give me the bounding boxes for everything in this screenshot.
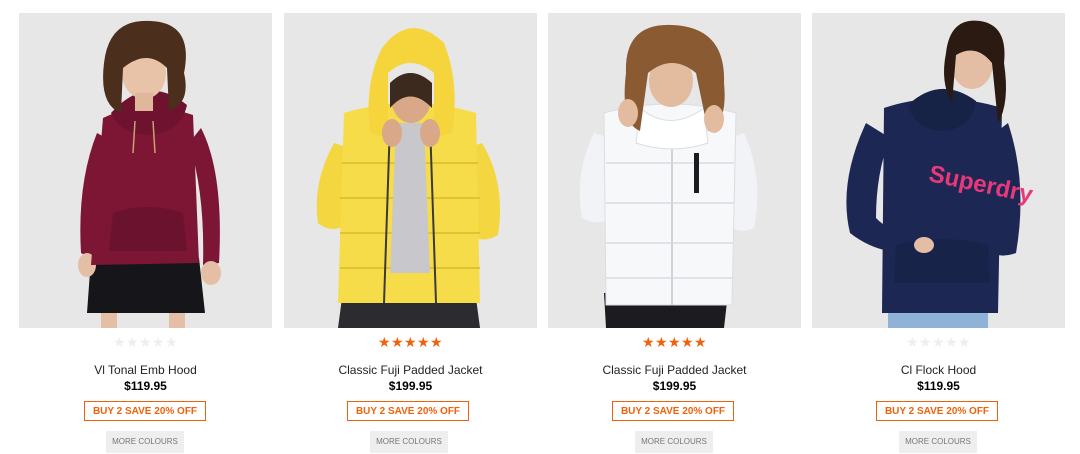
star-icon: ★ <box>655 334 669 350</box>
more-colours-button[interactable]: MORE COLOURS <box>370 431 448 453</box>
star-icon: ★ <box>430 334 444 350</box>
star-icon: ★ <box>165 334 179 350</box>
product-image[interactable]: Superdry <box>812 13 1065 328</box>
model-photo <box>78 20 221 328</box>
star-icon: ★ <box>906 334 920 350</box>
product-card: Superdry ★★★★★ Cl Flock Hood $119.95 BUY… <box>812 13 1065 454</box>
more-colours-button[interactable]: MORE COLOURS <box>635 431 713 453</box>
star-icon: ★ <box>378 334 392 350</box>
rating-stars: ★★★★★ <box>812 333 1065 351</box>
star-icon: ★ <box>139 334 153 350</box>
product-price: $119.95 <box>124 379 167 393</box>
star-icon: ★ <box>919 334 933 350</box>
star-icon: ★ <box>404 334 418 350</box>
rating-stars: ★★★★★ <box>284 333 537 351</box>
star-icon: ★ <box>417 334 431 350</box>
star-icon: ★ <box>642 334 656 350</box>
product-price: $199.95 <box>388 379 433 393</box>
model-photo <box>579 24 758 328</box>
star-icon: ★ <box>945 334 959 350</box>
rating-stars: ★★★★★ <box>548 333 801 351</box>
promo-button[interactable]: BUY 2 SAVE 20% OFF <box>612 401 734 421</box>
rating-stars: ★★★★★ <box>19 333 272 351</box>
product-title[interactable]: Classic Fuji Padded Jacket <box>284 363 537 377</box>
more-colours-button[interactable]: MORE COLOURS <box>106 431 184 453</box>
star-icon: ★ <box>152 334 166 350</box>
product-image[interactable] <box>284 13 537 328</box>
star-icon: ★ <box>126 334 140 350</box>
product-price: $199.95 <box>652 379 697 393</box>
promo-button[interactable]: BUY 2 SAVE 20% OFF <box>84 401 206 421</box>
product-image[interactable] <box>548 13 801 328</box>
product-title[interactable]: Vl Tonal Emb Hood <box>19 363 272 377</box>
product-card: ★★★★★ Classic Fuji Padded Jacket $199.95… <box>548 13 801 454</box>
star-icon: ★ <box>694 334 708 350</box>
product-card: ★★★★★ Vl Tonal Emb Hood $119.95 BUY 2 SA… <box>19 13 272 454</box>
product-price: $119.95 <box>917 379 960 393</box>
model-photo: Superdry <box>846 20 1036 328</box>
star-icon: ★ <box>391 334 405 350</box>
product-grid: ★★★★★ Vl Tonal Emb Hood $119.95 BUY 2 SA… <box>0 0 1080 454</box>
promo-button[interactable]: BUY 2 SAVE 20% OFF <box>347 401 469 421</box>
model-photo <box>316 28 500 328</box>
star-icon: ★ <box>958 334 972 350</box>
promo-button[interactable]: BUY 2 SAVE 20% OFF <box>876 401 998 421</box>
product-title[interactable]: Cl Flock Hood <box>812 363 1065 377</box>
star-icon: ★ <box>113 334 127 350</box>
product-image[interactable] <box>19 13 272 328</box>
product-title[interactable]: Classic Fuji Padded Jacket <box>548 363 801 377</box>
star-icon: ★ <box>668 334 682 350</box>
more-colours-button[interactable]: MORE COLOURS <box>899 431 977 453</box>
product-card: ★★★★★ Classic Fuji Padded Jacket $199.95… <box>284 13 537 454</box>
star-icon: ★ <box>932 334 946 350</box>
star-icon: ★ <box>681 334 695 350</box>
